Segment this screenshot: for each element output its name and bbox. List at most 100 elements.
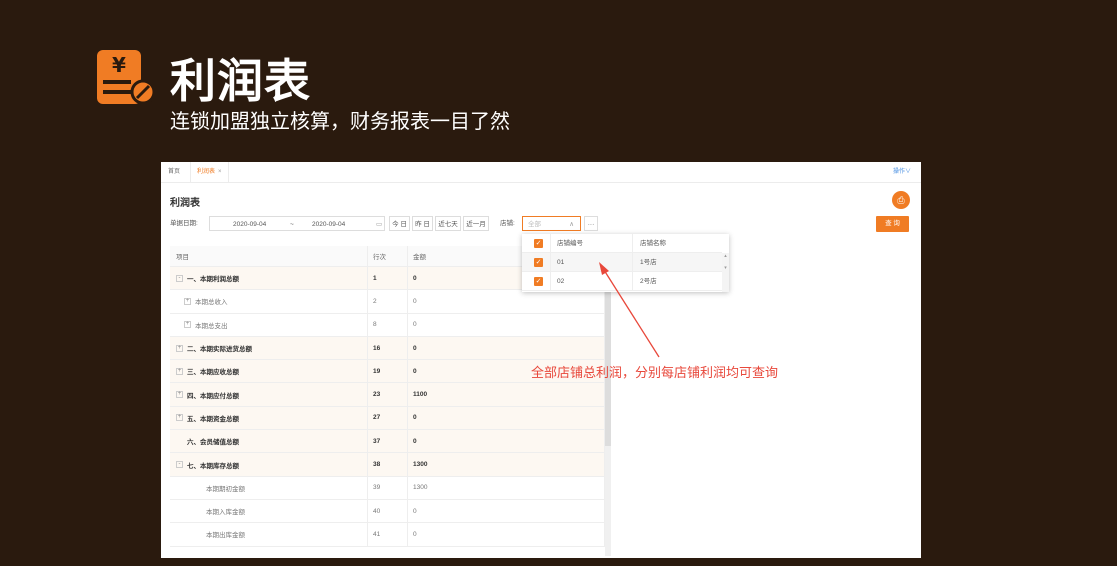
cell-amount: 0: [408, 290, 605, 313]
divider: [550, 272, 551, 291]
cell-item: - 一、本期利润总额: [170, 267, 368, 290]
cell-amount: 1100: [408, 383, 605, 406]
store-name: 1号店: [640, 259, 657, 266]
expand-icon[interactable]: +: [176, 391, 183, 399]
item-label: 本期期初金额: [206, 485, 245, 493]
cell-amount: 0: [408, 430, 605, 453]
store-dropdown: ✓ 店铺编号 店铺名称 ✓ 01 1号店 ✓ 02 2号店 ▴ ▾: [522, 234, 729, 292]
printer-icon: ⎙: [897, 195, 905, 205]
svg-text:¥: ¥: [112, 53, 126, 77]
date-start: 2020-09-04: [233, 221, 267, 228]
table-row[interactable]: 六、会员储值总额 37 0: [170, 430, 605, 454]
header-store-name: 店铺名称: [640, 240, 666, 247]
item-label: 一、本期利润总额: [187, 276, 239, 284]
cell-item: + 本期总收入: [170, 290, 368, 313]
cell-line: 1: [368, 267, 408, 290]
cell-amount: 0: [408, 313, 605, 336]
close-icon[interactable]: ×: [218, 169, 222, 175]
tab-bar: 首页 利润表 × 操作∨: [161, 162, 921, 183]
table-row[interactable]: + 本期总收入 2 0: [170, 290, 605, 314]
expand-icon[interactable]: +: [184, 297, 191, 305]
banner-subtitle: 连锁加盟独立核算，财务报表一目了然: [170, 109, 510, 133]
cell-item: + 五、本期资金总额: [170, 406, 368, 430]
operations-menu[interactable]: 操作∨: [893, 162, 911, 183]
tab-home[interactable]: 首页: [163, 162, 185, 183]
cell-amount: 0: [408, 523, 605, 546]
cell-amount: 1300: [408, 453, 605, 476]
cell-item: + 三、本期应收总额: [170, 360, 368, 383]
tab-profit-statement[interactable]: 利润表 ×: [190, 162, 229, 183]
divider: [632, 234, 633, 253]
cell-item: - 七、本期库存总额: [170, 453, 368, 476]
cell-line: 37: [368, 430, 408, 453]
store-option[interactable]: ✓ 02 2号店: [522, 272, 722, 291]
table-row[interactable]: 本期出库金额 41 0: [170, 523, 605, 547]
date-end: 2020-09-04: [312, 221, 346, 228]
more-button[interactable]: ···: [584, 216, 598, 231]
table-row[interactable]: + 本期总支出 8 0: [170, 313, 605, 337]
last-month-button[interactable]: 近一月: [463, 216, 489, 231]
store-label: 店铺:: [500, 220, 515, 227]
store-option[interactable]: ✓ 01 1号店: [522, 253, 722, 272]
table-row[interactable]: + 四、本期应付总额 23 1100: [170, 383, 605, 407]
cell-item: 本期期初金额: [170, 476, 368, 499]
store-code: 02: [557, 278, 565, 285]
expand-icon[interactable]: +: [176, 414, 183, 422]
collapse-icon[interactable]: -: [176, 274, 183, 282]
expand-icon[interactable]: +: [176, 367, 183, 375]
store-checkbox[interactable]: ✓: [534, 258, 543, 267]
table-row[interactable]: + 二、本期实际进货总额 16 0: [170, 336, 605, 361]
table-scrollbar[interactable]: [605, 246, 611, 556]
store-select[interactable]: 全部 ∧: [522, 216, 581, 231]
date-separator: ~: [290, 221, 294, 228]
date-range-picker[interactable]: 2020-09-04 ~ 2020-09-04 ▭: [209, 216, 385, 231]
select-all-checkbox[interactable]: ✓: [534, 239, 543, 248]
cell-item: + 二、本期实际进货总额: [170, 336, 368, 360]
table-row[interactable]: 本期期初金额 39 1300: [170, 476, 605, 500]
item-label: 二、本期实际进货总额: [187, 346, 252, 354]
expand-icon[interactable]: +: [184, 321, 191, 329]
cell-line: 27: [368, 406, 408, 430]
item-label: 本期总支出: [195, 322, 228, 330]
cell-line: 39: [368, 476, 408, 499]
cell-line: 19: [368, 360, 408, 383]
dropdown-scrollbar[interactable]: ▴ ▾: [722, 253, 729, 292]
expand-icon[interactable]: +: [176, 344, 183, 352]
cell-amount: 0: [408, 499, 605, 523]
item-label: 四、本期应付总额: [187, 392, 239, 400]
table-row[interactable]: 本期入库金额 40 0: [170, 499, 605, 524]
divider: [550, 253, 551, 272]
cell-amount: 1300: [408, 476, 605, 499]
yen-report-icon: ¥: [97, 50, 156, 105]
tab-label: 利润表: [197, 169, 216, 175]
header-store-code: 店铺编号: [557, 240, 583, 247]
calendar-icon: ▭: [376, 221, 383, 228]
cell-line: 2: [368, 290, 408, 313]
header-line: 行次: [368, 246, 408, 266]
cell-item: + 四、本期应付总额: [170, 383, 368, 406]
cell-item: + 本期总支出: [170, 313, 368, 336]
last-7-days-button[interactable]: 近七天: [435, 216, 461, 231]
cell-line: 16: [368, 336, 408, 360]
annotation-text: 全部店铺总利润，分别每店铺利润均可查询: [531, 366, 779, 381]
store-name: 2号店: [640, 278, 657, 285]
table-row[interactable]: + 五、本期资金总额 27 0: [170, 406, 605, 431]
divider: [550, 234, 551, 253]
query-button[interactable]: 查 询: [876, 216, 909, 232]
cell-item: 六、会员储值总额: [170, 430, 368, 453]
banner-title: 利润表: [170, 54, 311, 108]
today-button[interactable]: 今 日: [389, 216, 410, 231]
collapse-icon[interactable]: -: [176, 461, 183, 469]
yesterday-button[interactable]: 昨 日: [412, 216, 433, 231]
cell-line: 40: [368, 499, 408, 523]
page-title: 利润表: [170, 198, 200, 209]
item-label: 三、本期应收总额: [187, 369, 239, 377]
header-item: 项目: [170, 246, 368, 266]
print-button[interactable]: ⎙: [892, 191, 910, 209]
table-row[interactable]: - 七、本期库存总额 38 1300: [170, 453, 605, 477]
cell-line: 38: [368, 453, 408, 476]
app-window: 首页 利润表 × 操作∨ 利润表 ⎙ 单据日期: 2020-09-04 ~ 202…: [161, 162, 921, 558]
store-checkbox[interactable]: ✓: [534, 277, 543, 286]
divider: [632, 272, 633, 291]
cell-amount: 0: [408, 406, 605, 430]
